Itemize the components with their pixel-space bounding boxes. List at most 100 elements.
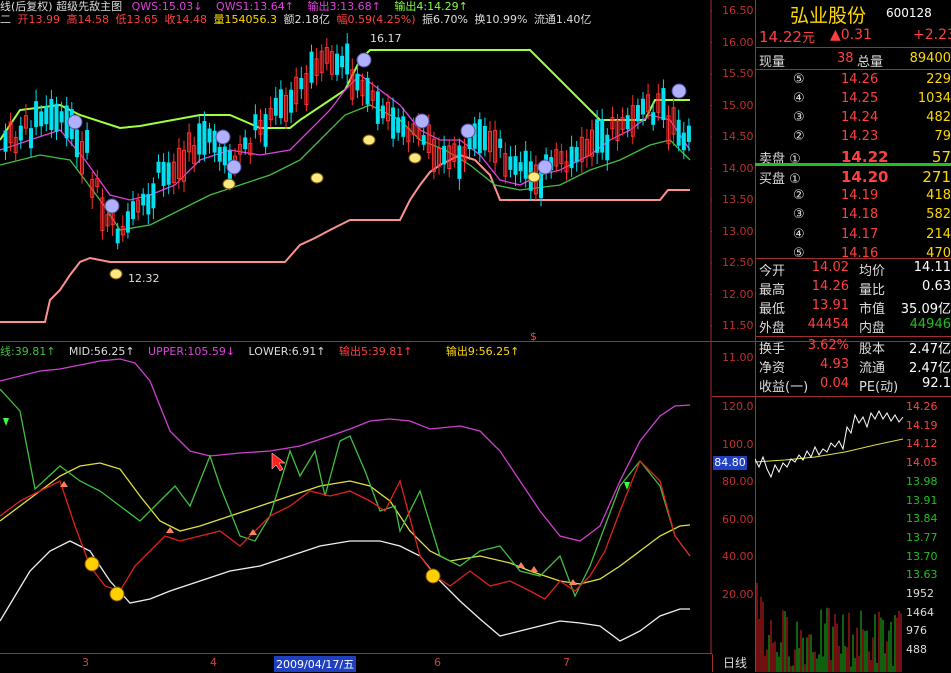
date-tick-3: 3 [82,656,89,669]
indicator-axis-label: 100.0 [722,437,754,451]
intraday-mini-chart[interactable] [755,397,905,672]
mini-axis-label: 13.63 [906,568,938,582]
candle-body [681,132,686,151]
current-price: 14.22 [759,28,802,46]
candle-body [39,111,44,127]
stat-label-b: 流通 [859,361,886,376]
mini-axis-label: 13.84 [906,512,938,526]
level-label: ③ [793,207,805,222]
candle-body [574,147,579,163]
stat-value-b: 0.63 [922,279,951,294]
candle-body [202,120,207,155]
candle-body [625,115,630,130]
stat-label: 最低 [759,302,786,317]
price-unit: 元 [801,31,815,46]
price-axis-label: 12.00 [722,287,754,301]
candle-body [508,156,513,170]
stat-label: 今开 [759,264,786,279]
candle-body [391,107,396,139]
mini-axis-label: 1952 [906,587,934,600]
candle-body [605,134,610,161]
candle-body [641,98,645,115]
stat-label: 净资 [759,361,786,376]
candle-body [345,43,350,75]
indicator-axis-label: 40.00 [722,550,754,563]
price-axis-label: 11.00 [722,350,754,364]
candle-body [49,98,54,131]
level-label: ⑤ [793,72,805,87]
price-change-pct: +2.23 [913,27,951,43]
total-volume: 89400 [909,51,951,66]
stat-label-b: 股本 [859,342,886,357]
candle-body [467,137,472,150]
order-book-row: ⑤ 14.26 229 [759,72,951,90]
order-book-row: ② 14.23 79 [759,129,951,147]
stat-label-b: 市值 [859,302,886,317]
period-tab-daily[interactable]: 日线 [712,654,757,672]
candle-body [498,138,503,149]
candle-body [263,114,268,147]
candle-body [3,130,8,152]
mini-axis-label: 14.05 [906,456,938,470]
candle-body [166,162,171,185]
current-value-badge: 84.80 [713,456,747,470]
selected-date[interactable]: 2009/04/17/五 [274,656,357,672]
stat-value-b: 2.47亿 [909,361,951,376]
candle-body [309,51,314,83]
stat-value: 14.26 [811,279,849,294]
bid-ask-divider [755,163,951,166]
candle-body [289,89,294,113]
mini-axis-label: 13.91 [906,493,938,507]
level-price: 14.20 [841,168,889,186]
stat-row: 外盘 44454 内盘 44946 [759,317,951,336]
stat-value: 13.91 [811,298,849,313]
indicator-axis-label: 20.00 [722,587,754,601]
stat-row: 收益(一) 0.04 PE(动) 92.1 [759,376,951,395]
candlestick-chart[interactable]: 16.17 12.32 $ [0,0,712,341]
price-change: ▲0.31 [830,27,872,43]
money-bag-icons [109,134,541,280]
level-price: 14.24 [841,110,879,125]
candle-body [222,146,227,166]
candle-body [217,146,222,162]
candle-body [146,194,151,215]
candle-body [457,145,462,179]
stat-label: 换手 [759,342,786,357]
date-tick-4: 4 [210,656,217,669]
resistance-line-green [0,49,690,141]
lower-band [0,540,690,642]
level-volume: 482 [926,110,951,125]
mini-axis-label: 1464 [906,605,934,619]
order-book-row: ② 14.19 418 [759,188,951,206]
candle-body [151,183,156,209]
level-price: 14.17 [841,226,879,242]
mini-axis-label: 13.98 [906,474,938,488]
candle-body [34,101,39,127]
order-book-row: ③ 14.18 582 [759,207,951,225]
order-book-row: ④ 14.25 1034 [759,91,951,109]
candle-body [212,130,217,153]
level-label: 买盘 ① [759,172,801,187]
mini-axis-label: 14.26 [906,400,938,413]
candle-body [482,126,487,151]
candle-body [355,73,360,91]
candle-body [125,211,130,233]
candle-body [299,77,304,90]
candle-body [156,161,161,173]
level-volume: 418 [926,187,951,203]
candle-body [523,150,528,179]
candle-body [141,193,146,206]
mini-axis-label: 13.77 [906,530,938,544]
candle-body [253,114,258,131]
stock-name: 弘业股份 [790,5,867,27]
candle-body [539,169,543,199]
stat-value-b: 35.09亿 [900,302,951,317]
indicator-chart[interactable] [0,341,712,653]
candle-body [59,111,64,123]
level-label: ④ [793,226,805,242]
order-book-row: ④ 14.17 214 [759,227,951,245]
level-volume: 79 [934,129,951,144]
candle-body [340,55,345,68]
order-book-row: ③ 14.24 482 [759,110,951,128]
level-volume: 271 [922,168,951,186]
